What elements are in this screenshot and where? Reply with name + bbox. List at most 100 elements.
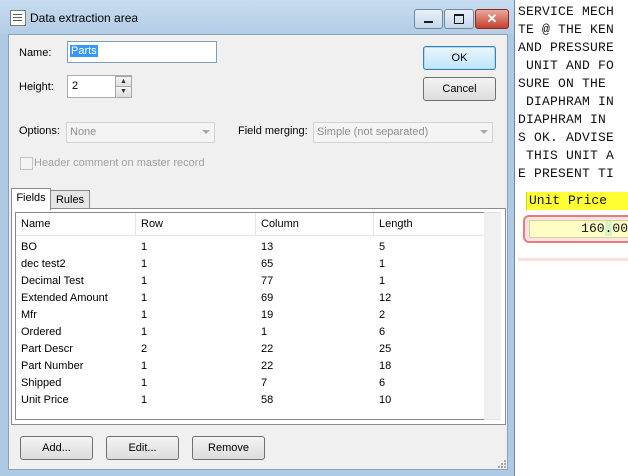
table-row[interactable]: Unit Price 1 58 10 (16, 392, 484, 409)
table-cell: 22 (261, 343, 274, 355)
table-cell: Part Descr (21, 343, 73, 355)
table-cell: 1 (141, 258, 148, 270)
data-extraction-dialog: Data extraction area ✕ Name: Parts Heigh… (0, 0, 515, 476)
height-label: Height: (19, 81, 54, 93)
table-cell: 1 (261, 326, 268, 338)
table-cell: Unit Price (21, 394, 69, 406)
minimize-button[interactable] (414, 9, 443, 29)
table-cell: 1 (141, 292, 148, 304)
table-cell: 1 (141, 275, 148, 287)
table-cell: 10 (379, 394, 392, 406)
table-row[interactable]: Mfr 1 19 2 (16, 307, 484, 324)
table-cell: 1 (141, 394, 148, 406)
table-row[interactable]: Ordered 1 1 6 (16, 324, 484, 341)
tab-rules[interactable]: Rules (50, 190, 90, 210)
table-row[interactable]: BO 1 13 5 (16, 239, 484, 256)
maximize-icon (454, 14, 464, 24)
table-cell: 5 (379, 241, 386, 253)
field-merging-label: Field merging: (238, 125, 308, 137)
fields-table: Name Row Column Length BO 1 13 5 dec test2 1 6… (15, 212, 485, 420)
table-row[interactable]: Decimal Test 1 77 1 (16, 273, 484, 290)
options-select[interactable]: None (66, 122, 215, 143)
table-cell: 7 (261, 377, 268, 389)
name-input[interactable]: Parts (67, 41, 217, 63)
document-line: THIS UNIT A (518, 148, 615, 163)
table-cell: 77 (261, 275, 274, 287)
name-label: Name: (19, 47, 52, 59)
table-cell: 1 (141, 377, 148, 389)
options-select-value: None (70, 126, 97, 138)
table-cell: Shipped (21, 377, 62, 389)
background-document: SERVICE MECH TE @ THE KEN AND PRESSURE U… (514, 0, 628, 476)
header-comment-label: Header comment on master record (34, 157, 205, 169)
header-comment-checkbox[interactable] (20, 157, 33, 170)
table-cell: 58 (261, 394, 274, 406)
document-line: DIAPHRAM IN (518, 94, 615, 109)
table-row[interactable]: Shipped 1 7 6 (16, 375, 484, 392)
table-cell: 2 (379, 309, 386, 321)
maximize-button[interactable] (444, 9, 474, 29)
field-merging-select-value: Simple (not separated) (317, 126, 429, 138)
add-button[interactable]: Add... (20, 436, 93, 460)
field-merging-select[interactable]: Simple (not separated) (313, 122, 493, 143)
column-header-name[interactable]: Name (16, 213, 136, 235)
close-icon: ✕ (486, 11, 498, 26)
table-cell: Ordered (21, 326, 62, 338)
table-cell: Extended Amount (21, 292, 108, 304)
resize-grip-icon[interactable] (494, 456, 506, 468)
title-bar[interactable]: Data extraction area ✕ (0, 0, 514, 34)
name-input-value: Parts (70, 45, 98, 57)
chevron-down-icon (480, 130, 488, 134)
unit-price-field[interactable]: 160.00 (523, 215, 628, 243)
remove-button[interactable]: Remove (192, 436, 265, 460)
table-cell: Decimal Test (21, 275, 84, 287)
table-row[interactable]: Extended Amount 1 69 12 (16, 290, 484, 307)
table-cell: 22 (261, 360, 274, 372)
table-header: Name Row Column Length (16, 213, 484, 236)
table-row[interactable]: Part Descr 2 22 25 (16, 341, 484, 358)
document-line: SURE ON THE (518, 76, 607, 91)
field-highlight-strip (518, 258, 628, 261)
column-header-row[interactable]: Row (136, 213, 256, 235)
table-row[interactable]: Part Number 1 22 18 (16, 358, 484, 375)
table-cell: 65 (261, 258, 274, 270)
table-cell: 1 (141, 309, 148, 321)
table-cell: 25 (379, 343, 392, 355)
fields-tab-panel: Name Row Column Length BO 1 13 5 dec test2 1 6… (11, 208, 506, 425)
table-cell: 6 (379, 326, 386, 338)
table-row[interactable]: dec test2 1 65 1 (16, 256, 484, 273)
document-line: SERVICE MECH (518, 4, 615, 19)
window-title: Data extraction area (30, 11, 139, 25)
tab-fields[interactable]: Fields (11, 188, 51, 210)
document-line: DIAPHRAM IN (518, 112, 607, 127)
minimize-icon (424, 21, 433, 23)
table-cell: 6 (379, 377, 386, 389)
column-header-column[interactable]: Column (256, 213, 374, 235)
table-cell: 1 (141, 241, 148, 253)
table-cell: dec test2 (21, 258, 66, 270)
table-cell: 1 (141, 326, 148, 338)
spin-down-icon[interactable]: ▼ (115, 86, 132, 98)
unit-price-value: 160.00 (581, 221, 628, 236)
dialog-client-area: Name: Parts Height: 2 ▲ ▼ OK Cancel Opti… (8, 34, 508, 470)
document-line: S OK. ADVISE (518, 130, 615, 145)
height-input-value: 2 (72, 80, 79, 92)
table-cell: BO (21, 241, 37, 253)
table-cell: Mfr (21, 309, 37, 321)
table-cell: 69 (261, 292, 274, 304)
table-cell: 1 (141, 360, 148, 372)
app-icon (10, 10, 26, 26)
chevron-down-icon (202, 130, 210, 134)
table-cell: 2 (141, 343, 148, 355)
ok-button[interactable]: OK (423, 46, 496, 70)
edit-button[interactable]: Edit... (106, 436, 179, 460)
cancel-button[interactable]: Cancel (423, 77, 496, 101)
unit-price-field-inner: 160.00 (529, 220, 628, 238)
table-cell: 1 (379, 258, 386, 270)
vertical-scrollbar[interactable] (484, 212, 501, 420)
options-label: Options: (19, 125, 60, 137)
close-button[interactable]: ✕ (475, 9, 509, 29)
column-header-length[interactable]: Length (374, 213, 484, 235)
document-line: UNIT AND FO (518, 58, 615, 73)
unit-price-label[interactable]: Unit Price (526, 192, 628, 210)
